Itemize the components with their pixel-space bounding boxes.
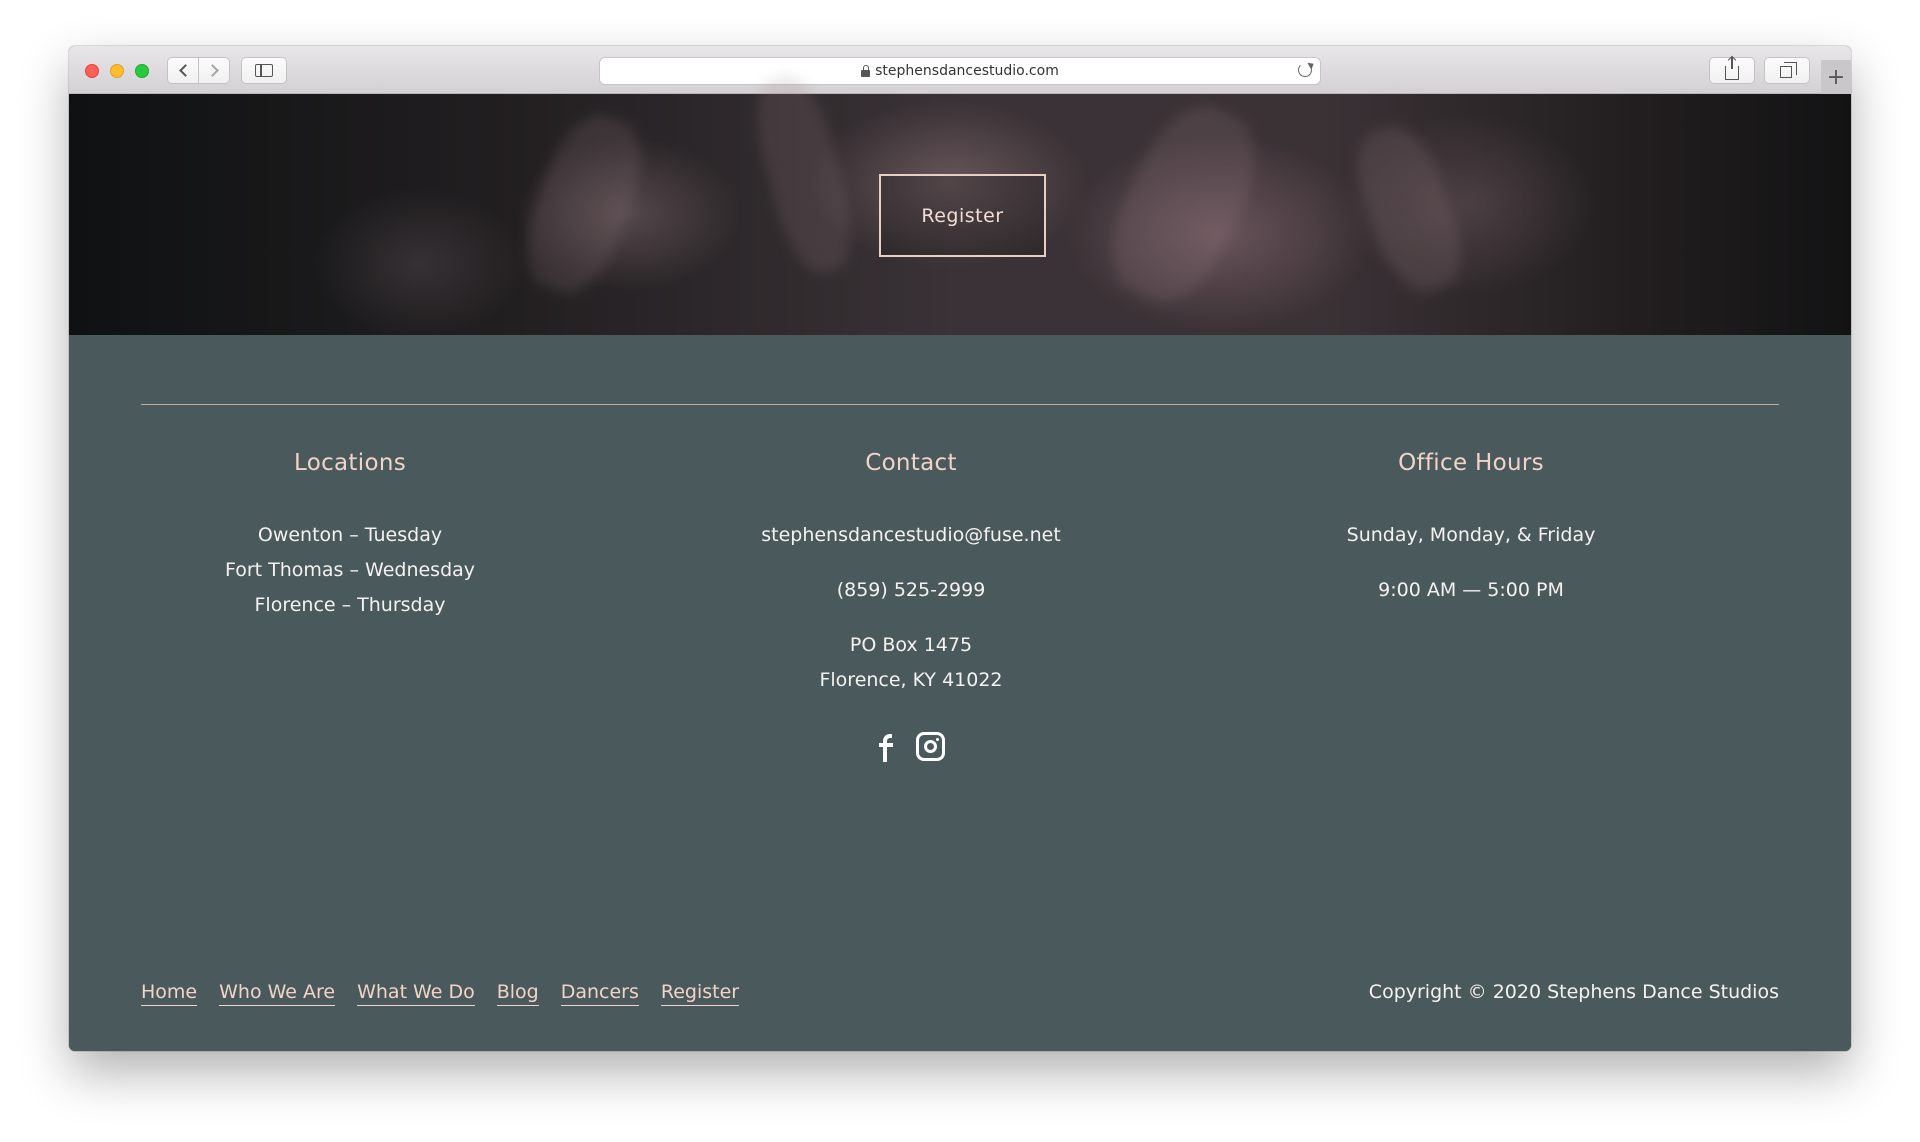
nav-link-register[interactable]: Register — [660, 981, 740, 1006]
office-hours-time: 9:00 AM — 5:00 PM — [1378, 579, 1564, 601]
locations-list: Owenton – Tuesday Fort Thomas – Wednesda… — [70, 518, 630, 623]
locations-column: Locations Owenton – Tuesday Fort Thomas … — [70, 450, 630, 623]
instagram-icon[interactable] — [915, 732, 945, 761]
office-days: Sunday, Monday, & Friday — [1346, 524, 1596, 546]
hero-blur-shape — [1091, 90, 1277, 318]
location-item: Owenton – Tuesday — [257, 524, 443, 546]
plus-icon: + — [1826, 64, 1846, 90]
address-line-2: Florence, KY 41022 — [819, 669, 1003, 691]
share-icon — [1725, 56, 1739, 80]
locations-heading: Locations — [294, 450, 406, 476]
close-window-button[interactable] — [85, 64, 99, 78]
register-button[interactable]: Register — [879, 174, 1046, 257]
back-button[interactable] — [167, 57, 199, 84]
footer-divider — [141, 404, 1779, 405]
browser-window: stephensdancestudio.com + Register Locat… — [69, 46, 1851, 1051]
footer-nav: Home Who We Are What We Do Blog Dancers … — [141, 981, 740, 1006]
new-tab-button[interactable]: + — [1821, 60, 1851, 94]
forward-button[interactable] — [198, 57, 230, 84]
social-links — [631, 732, 1191, 762]
office-hours-heading: Office Hours — [1398, 450, 1544, 476]
lock-icon — [861, 64, 871, 77]
copyright-text: Copyright © 2020 Stephens Dance Studios — [1368, 981, 1779, 1003]
hero-blur-shape — [1342, 115, 1476, 303]
url-text: stephensdancestudio.com — [875, 63, 1059, 79]
facebook-icon[interactable] — [878, 732, 896, 762]
location-item: Florence – Thursday — [254, 594, 446, 616]
fullscreen-window-button[interactable] — [135, 64, 149, 78]
office-hours-details: Sunday, Monday, & Friday 9:00 AM — 5:00 … — [1191, 518, 1751, 608]
address-line-1: PO Box 1475 — [849, 634, 973, 656]
contact-email[interactable]: stephensdancestudio@fuse.net — [631, 518, 1191, 553]
tabs-icon — [1779, 62, 1797, 78]
show-tabs-button[interactable] — [1764, 57, 1810, 84]
chevron-right-icon — [205, 64, 219, 77]
nav-link-dancers[interactable]: Dancers — [560, 981, 639, 1006]
hero-blur-shape — [744, 68, 864, 280]
browser-toolbar: stephensdancestudio.com + — [69, 46, 1851, 94]
contact-phone[interactable]: (859) 525-2999 — [631, 573, 1191, 608]
address-bar[interactable]: stephensdancestudio.com — [599, 57, 1321, 85]
hero-blur-shape — [510, 104, 658, 304]
location-item: Fort Thomas – Wednesday — [224, 559, 476, 581]
nav-link-who-we-are[interactable]: Who We Are — [219, 981, 336, 1006]
contact-column: Contact stephensdancestudio@fuse.net (85… — [631, 450, 1191, 762]
chevron-left-icon — [178, 64, 192, 77]
sidebar-toggle-button[interactable] — [241, 57, 287, 84]
contact-heading: Contact — [865, 450, 957, 476]
site-footer: Locations Owenton – Tuesday Fort Thomas … — [69, 335, 1851, 1051]
minimize-window-button[interactable] — [110, 64, 124, 78]
contact-details: stephensdancestudio@fuse.net (859) 525-2… — [631, 518, 1191, 698]
share-button[interactable] — [1709, 56, 1755, 84]
reload-icon[interactable] — [1298, 63, 1312, 77]
nav-link-blog[interactable]: Blog — [496, 981, 539, 1006]
nav-link-home[interactable]: Home — [141, 981, 198, 1006]
nav-link-what-we-do[interactable]: What We Do — [357, 981, 475, 1006]
office-hours-column: Office Hours Sunday, Monday, & Friday 9:… — [1191, 450, 1751, 608]
sidebar-icon — [255, 64, 273, 77]
hero-banner: Register — [69, 68, 1851, 335]
